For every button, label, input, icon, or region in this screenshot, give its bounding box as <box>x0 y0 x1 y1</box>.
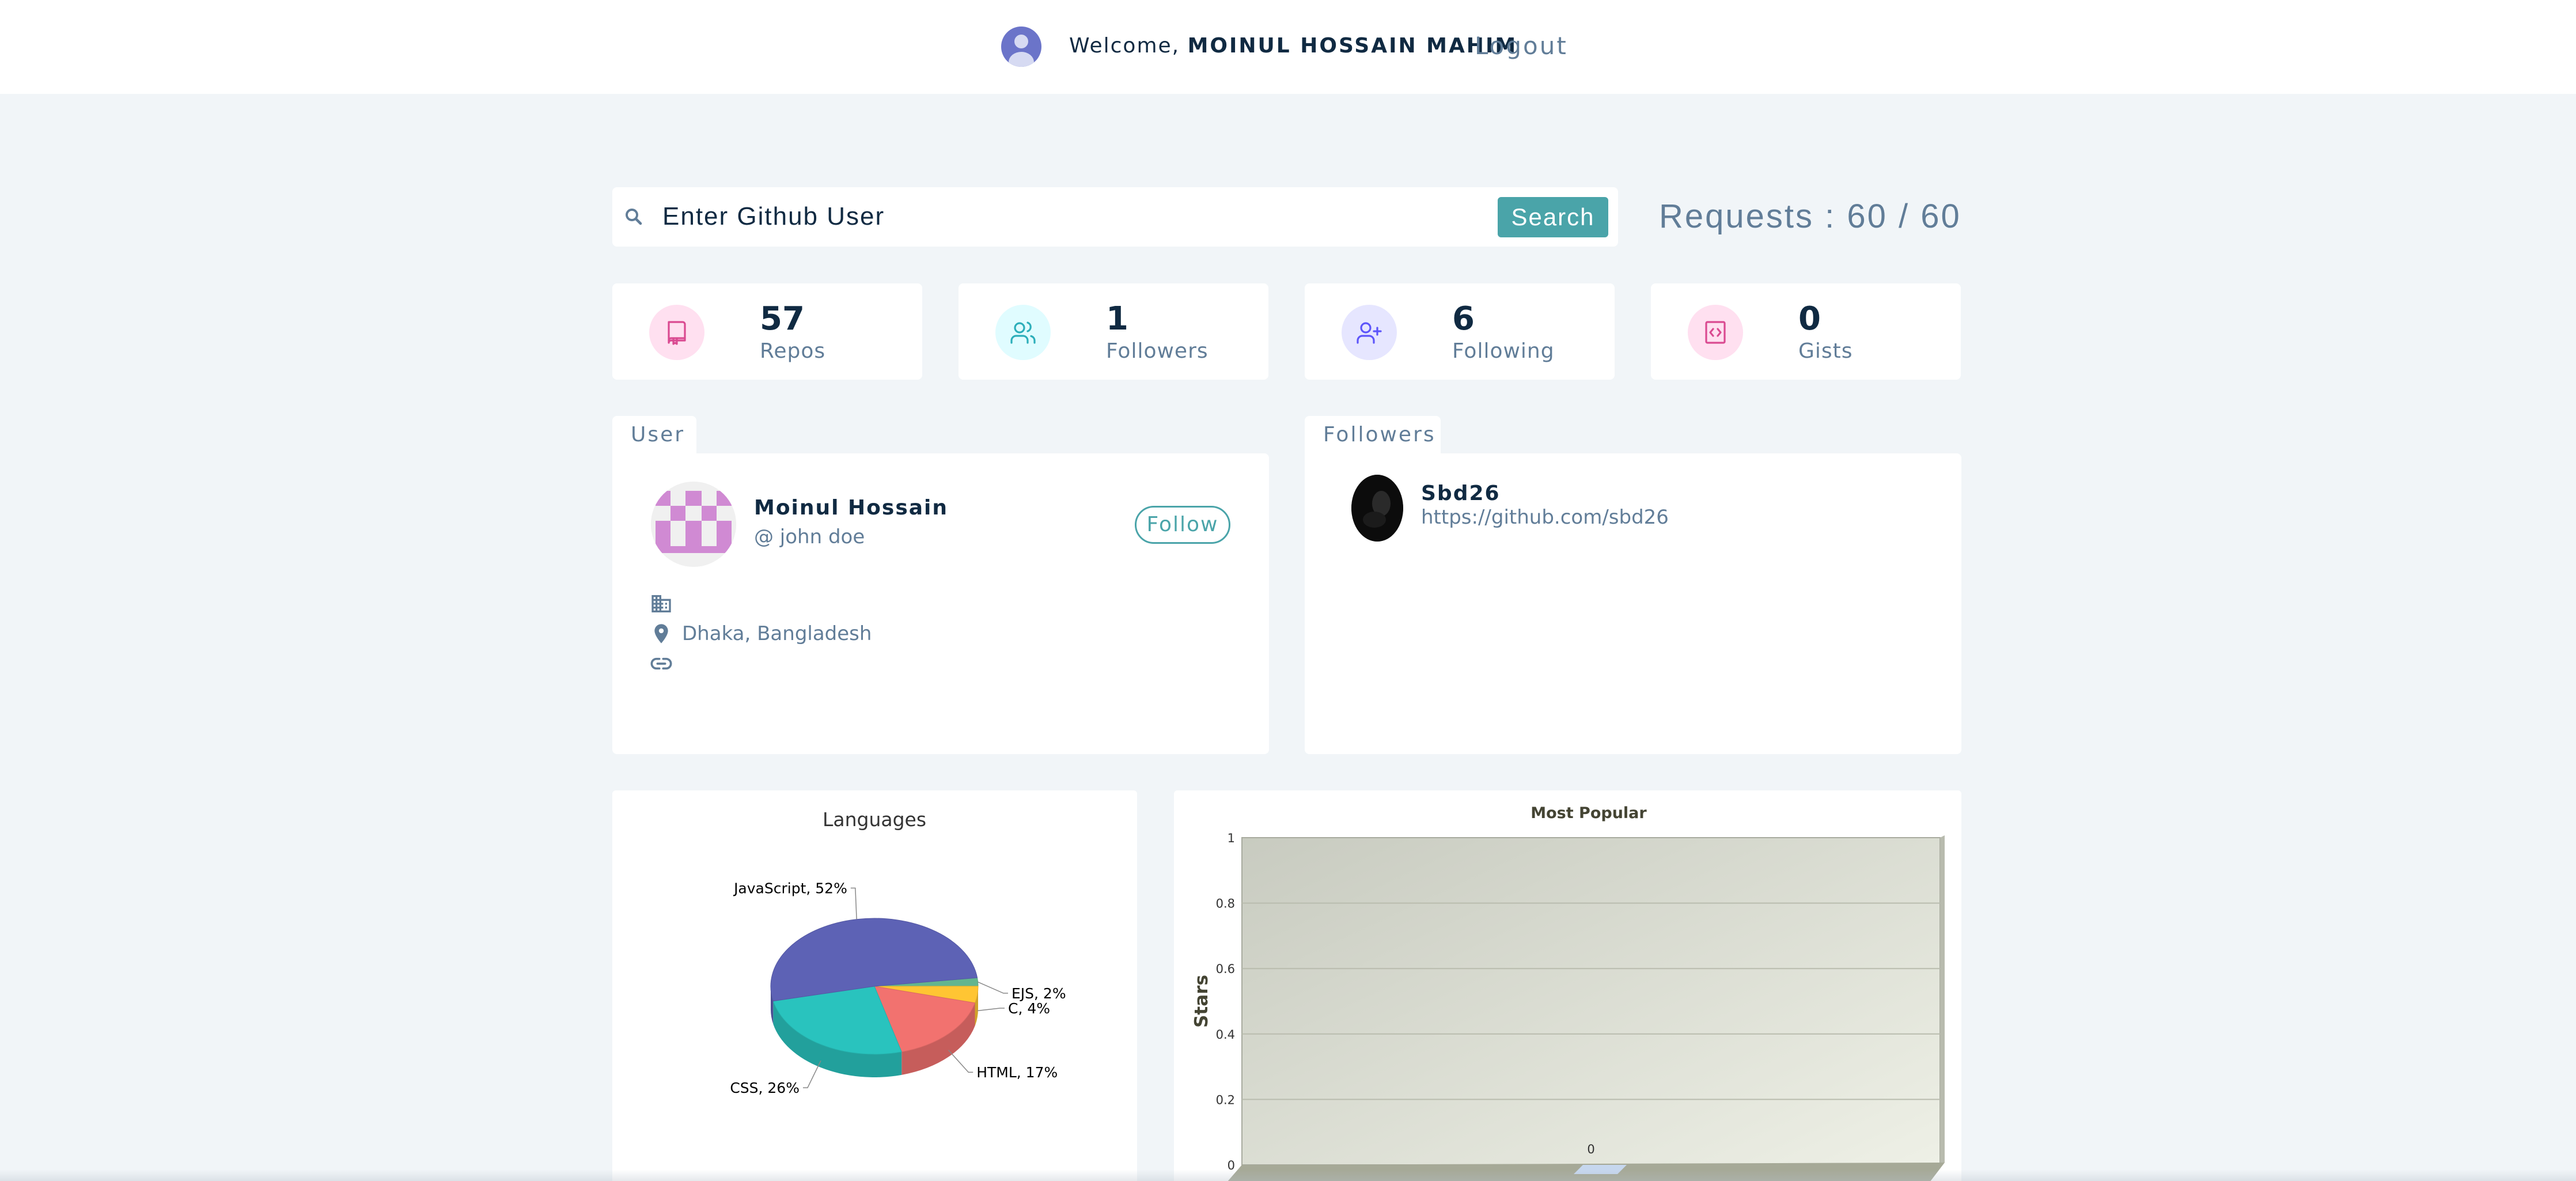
pie-label: HTML, 17% <box>976 1064 1058 1081</box>
search-input[interactable] <box>662 196 1480 237</box>
stat-card-repos: 57 Repos <box>612 283 922 380</box>
languages-pie-chart: Languages EJS, 2%C, 4% HTML, 17% CSS, 26% Ja… <box>730 808 1066 1096</box>
search-button[interactable]: Search <box>1498 197 1608 237</box>
stat-value: 1 <box>1106 300 1128 338</box>
chart-title: Languages <box>823 808 926 831</box>
pie-label-leader <box>978 981 1008 994</box>
welcome-prefix: Welcome, <box>1069 34 1180 58</box>
y-axis-label: Stars <box>1191 975 1212 1028</box>
pie-label: JavaScript, 52% <box>733 880 847 897</box>
stat-card-gists: 0 Gists <box>1651 283 1961 380</box>
plot-3d-side <box>1940 835 1945 1165</box>
y-tick-label: 0.2 <box>1216 1093 1235 1107</box>
follower-url[interactable]: https://github.com/sbd26 <box>1421 505 1669 530</box>
search-icon <box>626 209 642 225</box>
user-avatar-icon <box>1001 27 1041 67</box>
stat-label: Followers <box>1106 339 1209 363</box>
plot-area <box>1241 837 1941 1165</box>
bottom-shadow <box>0 1169 2576 1181</box>
requests-counter: Requests : 60 / 60 <box>1659 198 1961 235</box>
user-handle: @ john doe <box>754 525 865 548</box>
pie-slices <box>770 918 979 1055</box>
pie-label: EJS, 2% <box>1012 985 1066 1002</box>
chart-title: Most Popular <box>1531 804 1647 822</box>
welcome-text: Welcome, MOINUL HOSSAIN MAHIM <box>1069 32 1517 60</box>
book-icon <box>649 305 704 360</box>
languages-chart-card: Languages EJS, 2% C, 4% HTML, 17% CSS, 26% Ja… <box>612 790 1137 1181</box>
most-popular-bar-chart: Most Popular00.20.40.60.81Stars0 <box>1191 804 1945 1181</box>
user-avatar <box>651 482 736 567</box>
logout-button[interactable]: Logout <box>1475 30 1568 62</box>
pie-label-leader <box>850 887 857 919</box>
stat-value: 57 <box>760 300 805 338</box>
stat-card-followers: 1 Followers <box>959 283 1268 380</box>
app-root: Welcome, MOINUL HOSSAIN MAHIM Logout Sea… <box>0 0 2576 1181</box>
bar-value-label: 0 <box>1587 1142 1594 1156</box>
most-popular-chart-card: Most Popular 0 0.2 0.4 0.6 0.8 1 Stars 0 <box>1174 790 1961 1181</box>
pie-label: CSS, 26% <box>730 1080 800 1096</box>
pie-label-leader <box>977 1008 1005 1012</box>
followers-panel-tab: Followers <box>1305 416 1441 454</box>
stat-value: 6 <box>1452 300 1475 338</box>
y-tick-label: 1 <box>1228 831 1235 845</box>
stat-value: 0 <box>1798 300 1821 338</box>
code-icon <box>1688 305 1743 360</box>
user-location: Dhaka, Bangladesh <box>682 622 872 645</box>
follower-avatar <box>1351 475 1403 542</box>
pie-label: C, 4% <box>1008 1000 1050 1017</box>
location-pin-icon <box>654 624 668 644</box>
y-tick-label: 0.4 <box>1216 1028 1235 1042</box>
user-plus-icon <box>1342 305 1397 360</box>
y-tick-label: 0.8 <box>1216 897 1235 911</box>
user-name: Moinul Hossain <box>754 496 949 520</box>
welcome-user-name: MOINUL HOSSAIN MAHIM <box>1187 34 1518 58</box>
stat-label: Repos <box>760 339 826 363</box>
users-icon <box>995 305 1051 360</box>
followers-panel <box>1305 453 1961 754</box>
follower-name: Sbd26 <box>1421 482 1501 505</box>
stat-label: Gists <box>1798 339 1853 363</box>
link-icon[interactable] <box>650 652 673 675</box>
stat-card-following: 6 Following <box>1305 283 1615 380</box>
user-panel-tab: User <box>612 416 696 454</box>
stat-label: Following <box>1452 339 1555 363</box>
y-tick-label: 0.6 <box>1216 962 1235 976</box>
building-icon <box>651 595 671 612</box>
follow-button[interactable]: Follow <box>1135 506 1230 544</box>
